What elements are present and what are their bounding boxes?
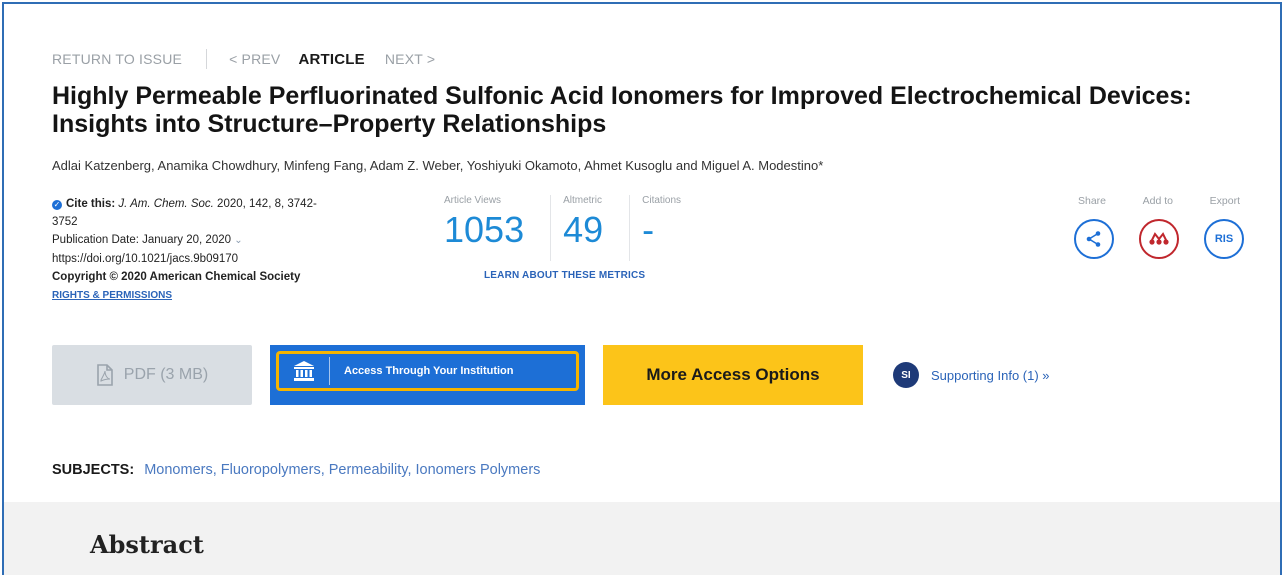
publication-date: Publication Date: January 20, 2020: [52, 234, 232, 246]
export-label: Export: [1209, 195, 1240, 207]
institution-icon: [294, 361, 314, 381]
institution-button-label: Access Through Your Institution: [344, 365, 514, 377]
metric-label: Article Views: [444, 195, 502, 206]
article-title: Highly Permeable Perfluorinated Sulfonic…: [52, 82, 1192, 138]
add-to-label: Add to: [1142, 195, 1174, 207]
pdf-download-button[interactable]: PDF (3 MB): [52, 345, 252, 405]
subject-links[interactable]: Monomers, Fluoropolymers, Permeability, …: [144, 462, 540, 478]
export-ris-button[interactable]: RIS: [1204, 219, 1244, 259]
rights-permissions-link[interactable]: RIGHTS & PERMISSIONS: [52, 290, 172, 301]
doi-link[interactable]: https://doi.org/10.1021/jacs.9b09170: [52, 250, 412, 268]
button-divider: [329, 357, 330, 385]
pdf-file-icon: [96, 364, 113, 386]
add-to-mendeley-button[interactable]: [1139, 219, 1179, 259]
subjects-label: SUBJECTS:: [52, 462, 135, 478]
more-access-options-button[interactable]: More Access Options: [603, 345, 863, 405]
cite-this-link[interactable]: Cite this:: [66, 198, 115, 210]
citation-pages: 3752: [52, 216, 78, 228]
metric-citations: Citations -: [630, 195, 707, 261]
article-actions: Share Add to Export RIS: [1074, 195, 1244, 259]
abstract-section: Abstract: [2, 502, 1282, 575]
citation-details: 2020, 142, 8, 3742-: [217, 198, 317, 210]
journal-name: J. Am. Chem. Soc.: [118, 198, 214, 210]
supporting-info-label: Supporting Info (1) »: [931, 367, 1050, 383]
prev-article-link[interactable]: < PREV: [229, 51, 280, 67]
subjects-row: SUBJECTS: Monomers, Fluoropolymers, Perm…: [52, 462, 540, 478]
author-list[interactable]: Adlai Katzenberg, Anamika Chowdhury, Min…: [52, 158, 823, 173]
metric-label: Citations: [642, 195, 682, 206]
mendeley-icon: [1149, 232, 1169, 245]
metric-value: -: [642, 209, 655, 250]
citation-block: ✓ Cite this: J. Am. Chem. Soc. 2020, 142,…: [52, 195, 412, 305]
article-nav: RETURN TO ISSUE < PREV ARTICLE NEXT >: [52, 49, 435, 69]
metric-altmetric[interactable]: Altmetric 49: [551, 195, 631, 261]
cite-info-icon[interactable]: ✓: [52, 200, 62, 210]
return-to-issue-link[interactable]: RETURN TO ISSUE: [52, 51, 182, 67]
share-label: Share: [1078, 195, 1107, 207]
abstract-heading: Abstract: [90, 530, 204, 559]
pdf-button-label: PDF (3 MB): [123, 366, 209, 383]
highlight-outline: Access Through Your Institution: [276, 351, 579, 391]
share-icon: [1086, 231, 1101, 247]
share-button[interactable]: [1074, 219, 1114, 259]
access-institution-button[interactable]: Access Through Your Institution: [270, 345, 585, 405]
metric-article-views: Article Views 1053: [432, 195, 552, 261]
metric-value: 49: [563, 209, 604, 250]
si-badge-icon: SI: [893, 362, 919, 388]
next-article-link[interactable]: NEXT >: [385, 51, 435, 67]
metric-label: Altmetric: [563, 195, 602, 206]
nav-divider: [206, 49, 208, 69]
metric-value: 1053: [444, 209, 525, 250]
chevron-down-icon[interactable]: ⌄: [234, 235, 242, 246]
learn-metrics-link[interactable]: LEARN ABOUT THESE METRICS: [484, 270, 645, 281]
metrics-panel: Article Views 1053 Altmetric 49 Citation…: [432, 195, 707, 261]
current-article-label: ARTICLE: [298, 50, 365, 68]
copyright-notice: Copyright © 2020 American Chemical Socie…: [52, 271, 301, 283]
supporting-info-link[interactable]: SI Supporting Info (1) »: [893, 362, 1050, 388]
